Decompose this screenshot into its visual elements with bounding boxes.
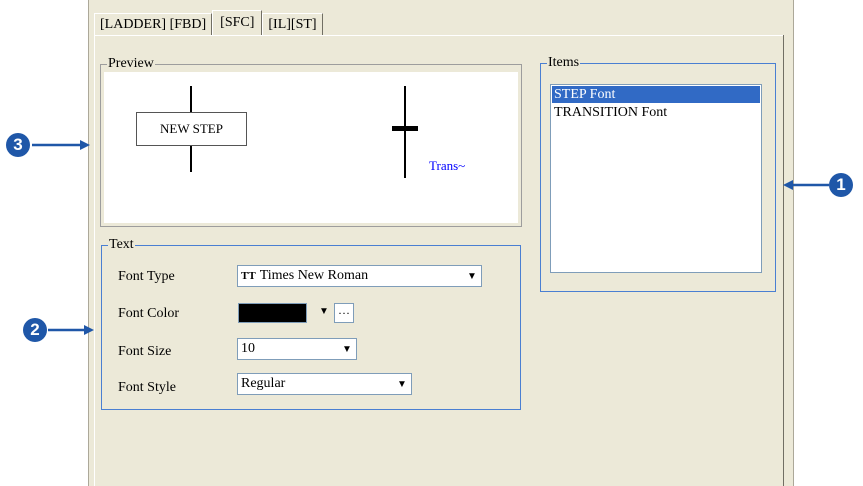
font-style-select[interactable]: Regular ▼ [237,373,412,395]
preview-canvas: NEW STEP Trans~ [104,72,518,223]
color-dropdown-icon[interactable]: ▼ [319,306,329,317]
preview-transition-label: Trans~ [429,158,466,173]
more-colors-label: ··· [338,306,350,320]
preview-group: Preview NEW STEP Trans~ [100,56,522,227]
font-type-select[interactable]: TT Times New Roman ▼ [237,265,482,287]
transition-bar [392,126,418,131]
list-item-transition-font[interactable]: TRANSITION Font [552,104,760,121]
callout-3-number: 3 [13,135,23,154]
step-top-line [190,86,192,112]
tab-ladder-fbd[interactable]: [LADDER] [FBD] [94,13,213,35]
items-listbox[interactable]: STEP Font TRANSITION Font [550,84,762,273]
font-color-swatch[interactable] [238,303,307,323]
transition-line [404,86,406,178]
truetype-icon: TT [241,270,256,282]
callout-2-badge: 2 [23,318,47,342]
callout-2-arrow-icon [48,325,94,335]
callout-1-number: 1 [836,175,846,194]
preview-step-box: NEW STEP [136,112,247,146]
font-size-label: Font Size [118,344,172,359]
text-legend: Text [108,237,135,253]
tab-sfc[interactable]: [SFC] [212,10,263,35]
callout-1-arrow-icon [783,180,829,190]
list-item-step-font[interactable]: STEP Font [552,86,760,103]
chevron-down-icon: ▼ [342,343,352,355]
font-style-label: Font Style [118,380,176,395]
callout-2-number: 2 [30,320,40,339]
font-type-label: Font Type [118,269,175,284]
font-size-value: 10 [241,341,255,356]
chevron-down-icon: ▼ [467,270,477,282]
preview-legend: Preview [107,56,155,72]
tab-strip: [LADDER] [FBD] [SFC] [IL][ST] [94,10,323,35]
font-type-value: Times New Roman [259,268,369,283]
callout-3-badge: 3 [6,133,30,157]
preview-step-label: NEW STEP [160,121,223,136]
font-style-value: Regular [241,376,286,391]
text-group: Text Font Type TT Times New Roman ▼ Font… [101,237,521,410]
chevron-down-icon: ▼ [397,378,407,390]
tab-il-st[interactable]: [IL][ST] [262,13,323,35]
step-bottom-line [190,146,192,172]
items-group: Items STEP Font TRANSITION Font [540,55,776,292]
more-colors-button[interactable]: ··· [334,303,354,323]
font-size-select[interactable]: 10 ▼ [237,338,357,360]
callout-1-badge: 1 [829,173,853,197]
font-color-label: Font Color [118,306,180,321]
callout-3-arrow-icon [32,140,90,150]
items-legend: Items [547,55,581,71]
